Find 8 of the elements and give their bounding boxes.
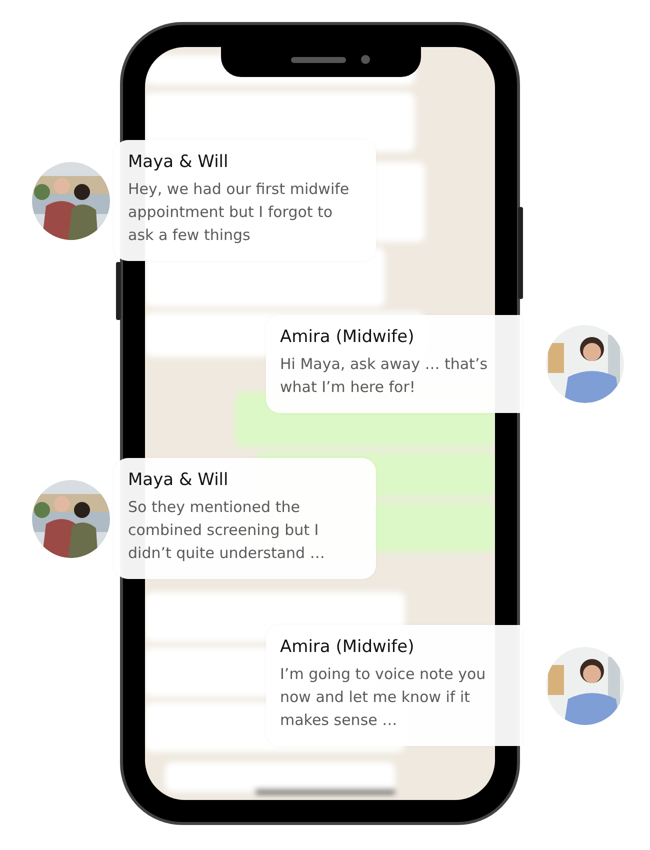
sender-name: Amira (Midwife) — [280, 637, 416, 657]
message-text: Hi Maya, ask away … that’s what I’m here for! — [280, 354, 489, 398]
sender-name: Maya & Will — [128, 470, 230, 490]
sender-name: Maya & Will — [128, 152, 230, 172]
message-text: So they mentioned the combined screening but I didn’t quite understand … — [128, 497, 326, 564]
message-text: Hey, we had our first midwife appointment but I forgot to ask a few things — [128, 179, 350, 246]
sender-name: Amira (Midwife) — [280, 327, 416, 347]
message-text: I’m going to voice note you now and let me know if it makes sense … — [280, 664, 487, 731]
